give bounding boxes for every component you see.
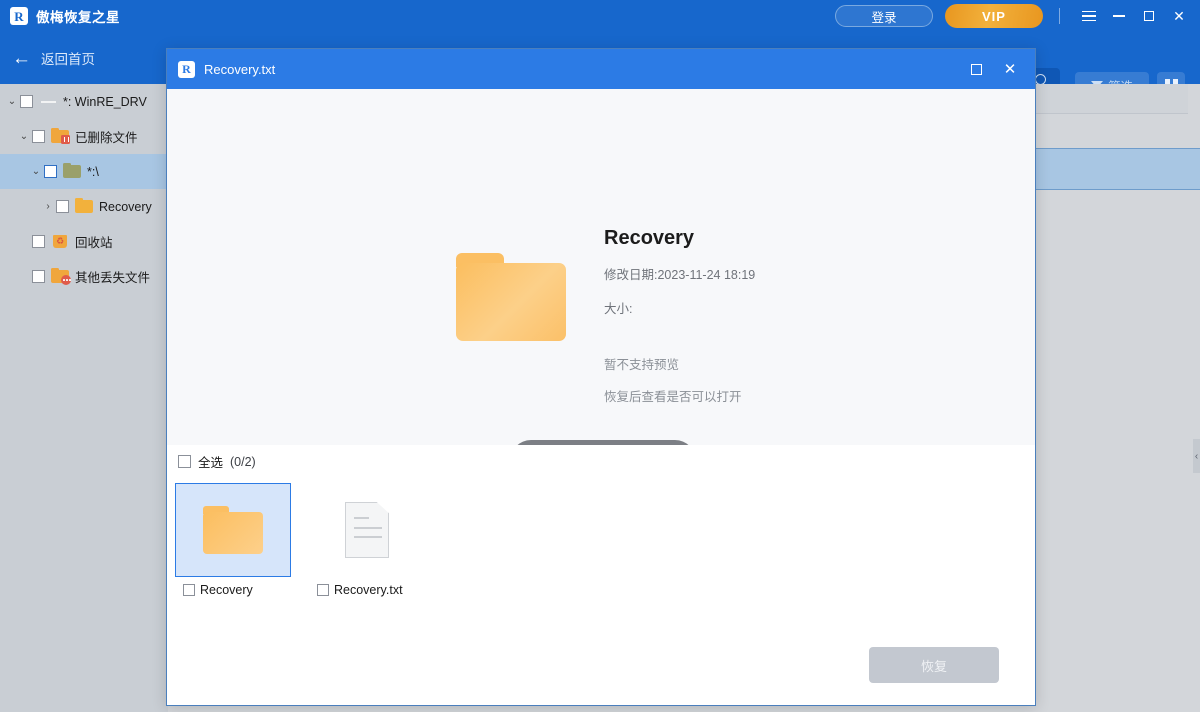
sidebar-item-recovery[interactable]: › Recovery: [0, 189, 168, 224]
folder-icon: [75, 199, 94, 214]
vip-button[interactable]: VIP: [945, 4, 1043, 28]
title-bar-controls: 登录 VIP ✕: [835, 0, 1200, 32]
thumbnail-label: Recovery: [200, 583, 253, 597]
thumbnail-caption: Recovery: [175, 583, 291, 597]
preview-hint-note: 恢复后查看是否可以打开: [604, 386, 954, 405]
login-button[interactable]: 登录: [835, 5, 933, 27]
checkbox[interactable]: [56, 200, 69, 213]
select-all-checkbox[interactable]: [178, 455, 191, 468]
back-to-home-button[interactable]: ← 返回首页: [12, 32, 95, 84]
checkbox[interactable]: [44, 165, 57, 178]
sidebar-tree: ⌄ *: WinRE_DRV ⌄ 已删除文件 ⌄ *:\ › Recovery: [0, 84, 168, 712]
sidebar-item-label: 其他丢失文件: [75, 267, 150, 286]
preview-details: Recovery 修改日期:2023-11-24 18:19 大小: 暂不支持预…: [604, 227, 954, 418]
preview-modified-date: 修改日期:2023-11-24 18:19: [604, 264, 954, 283]
sidebar-item-recycle-bin[interactable]: 回收站: [0, 224, 168, 259]
chevron-left-icon[interactable]: ‹: [1193, 439, 1200, 473]
document-icon: [345, 502, 389, 558]
select-all-row[interactable]: 全选 (0/2): [178, 452, 256, 471]
thumbnail-strip: 全选 (0/2) Recovery: [167, 445, 1035, 705]
thumbnail-item-document[interactable]: Recovery.txt: [309, 483, 425, 597]
dialog-close-icon[interactable]: ✕: [993, 49, 1027, 89]
sidebar-item-root-path[interactable]: ⌄ *:\: [0, 154, 168, 189]
dialog-title-bar: R Recovery.txt ✕: [167, 49, 1035, 89]
close-icon[interactable]: ✕: [1164, 0, 1194, 32]
thumbnail-label: Recovery.txt: [334, 583, 403, 597]
app-logo-icon: R: [10, 7, 28, 25]
minimize-icon[interactable]: [1104, 0, 1134, 32]
drive-icon: [39, 94, 58, 109]
dialog-logo-icon: R: [178, 61, 195, 78]
sidebar-item-label: Recovery: [99, 200, 152, 214]
arrow-left-icon: ←: [12, 49, 31, 68]
dialog-recover-button[interactable]: 恢复: [869, 647, 999, 683]
thumbnail-art: [175, 483, 291, 577]
thumbnail-list: Recovery Recovery.txt: [175, 483, 425, 597]
sidebar-item-other-lost-files[interactable]: 其他丢失文件: [0, 259, 168, 294]
divider: [1059, 8, 1060, 24]
recycle-bin-icon: [51, 234, 70, 249]
chevron-down-icon[interactable]: ⌄: [16, 131, 32, 142]
folder-deleted-icon: [51, 129, 70, 144]
sidebar-item-winre-drv[interactable]: ⌄ *: WinRE_DRV: [0, 84, 168, 119]
application-window: R 傲梅恢复之星 登录 VIP ✕ ← 返回首页 筛选: [0, 0, 1200, 712]
preview-file-name: Recovery: [604, 227, 954, 250]
select-all-count: (0/2): [230, 455, 256, 469]
checkbox[interactable]: [32, 235, 45, 248]
folder-other-lost-icon: [51, 269, 70, 284]
maximize-icon[interactable]: [1134, 0, 1164, 32]
select-all-label: 全选: [198, 452, 223, 471]
back-to-home-label: 返回首页: [41, 48, 95, 68]
preview-unsupported-note: 暂不支持预览: [604, 354, 954, 373]
thumbnail-caption: Recovery.txt: [309, 583, 425, 597]
app-logo-glyph: R: [14, 10, 23, 23]
sidebar-item-label: 已删除文件: [75, 127, 138, 146]
preview-folder-icon: [456, 253, 566, 341]
thumbnail-checkbox[interactable]: [317, 584, 329, 596]
checkbox[interactable]: [32, 270, 45, 283]
thumbnail-checkbox[interactable]: [183, 584, 195, 596]
preview-area: Recovery 修改日期:2023-11-24 18:19 大小: 暂不支持预…: [167, 89, 1035, 445]
sidebar-item-label: *: WinRE_DRV: [63, 95, 147, 109]
folder-olive-icon: [63, 164, 82, 179]
chevron-right-icon[interactable]: ›: [40, 201, 56, 212]
checkbox[interactable]: [32, 130, 45, 143]
sidebar-item-deleted-files[interactable]: ⌄ 已删除文件: [0, 119, 168, 154]
dialog-maximize-icon[interactable]: [959, 49, 993, 89]
chevron-down-icon[interactable]: ⌄: [4, 96, 20, 107]
thumbnail-item-folder[interactable]: Recovery: [175, 483, 291, 597]
hamburger-icon[interactable]: [1074, 0, 1104, 32]
sidebar-item-label: 回收站: [75, 232, 113, 251]
chevron-down-icon[interactable]: ⌄: [28, 166, 44, 177]
title-bar: R 傲梅恢复之星 登录 VIP ✕: [0, 0, 1200, 32]
preview-size: 大小:: [604, 298, 954, 317]
app-title: 傲梅恢复之星: [36, 6, 120, 26]
dialog-logo-glyph: R: [182, 63, 191, 75]
dialog-title: Recovery.txt: [204, 62, 275, 77]
folder-icon: [203, 506, 263, 554]
thumbnail-art: [309, 483, 425, 577]
checkbox[interactable]: [20, 95, 33, 108]
preview-dialog: R Recovery.txt ✕ Recovery 修改日期:2023-11-2…: [166, 48, 1036, 706]
sidebar-item-label: *:\: [87, 165, 99, 179]
dialog-window-controls: ✕: [959, 49, 1035, 89]
